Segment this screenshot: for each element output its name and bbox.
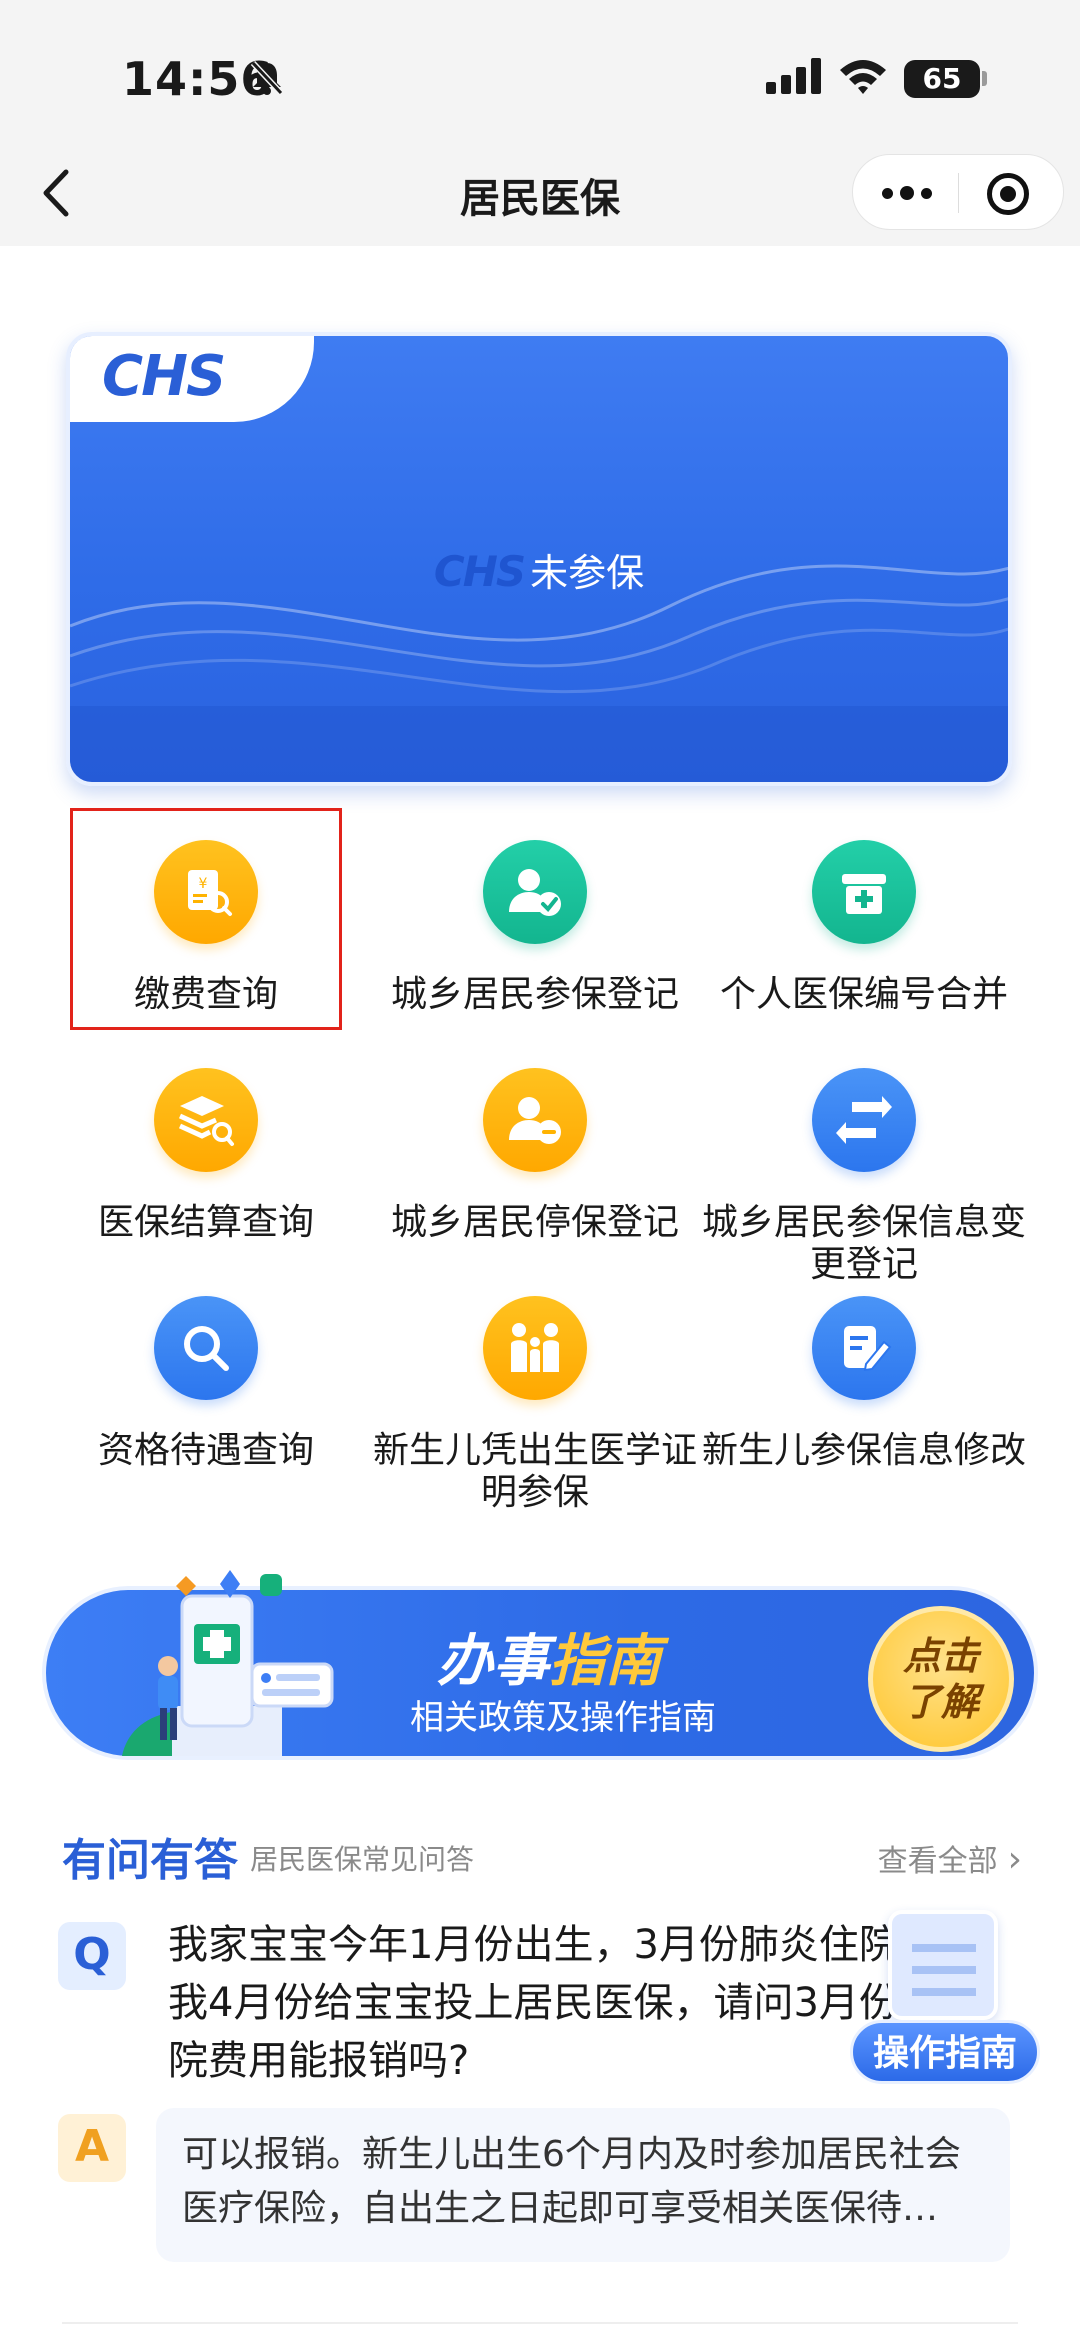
guide-title-part1: 办事	[437, 1629, 549, 1694]
guide-button-line2: 了解	[902, 1680, 979, 1724]
family-icon	[483, 1296, 587, 1400]
person-check-icon	[483, 840, 587, 944]
guide-title-part2: 指南	[549, 1629, 661, 1694]
close-miniprogram-icon[interactable]	[987, 173, 1029, 215]
person-remove-icon	[483, 1068, 587, 1172]
service-eligibility-query[interactable]: 资格待遇查询	[41, 1296, 371, 1472]
edit-document-icon	[812, 1296, 916, 1400]
divider	[62, 2322, 1018, 2324]
chs-mini-logo: CHS	[433, 547, 526, 596]
chs-logo: CHS	[102, 344, 226, 409]
bell-muted-icon	[250, 60, 284, 96]
guide-title: 办事指南	[437, 1616, 661, 1697]
floating-guide-label: 操作指南	[850, 2020, 1040, 2084]
service-label: 医保结算查询	[97, 1202, 314, 1243]
answer-badge-icon: A	[58, 2114, 126, 2182]
service-label: 城乡居民停保登记	[390, 1202, 679, 1243]
qa-view-all-link[interactable]: 查看全部	[878, 1836, 1022, 1880]
service-label: 缴费查询	[133, 974, 278, 1015]
battery-indicator: 65	[904, 60, 980, 98]
miniprogram-capsule	[852, 154, 1064, 230]
nav-bar: 居民医保	[0, 140, 1080, 246]
document-icon	[888, 1910, 998, 2020]
capsule-divider	[958, 173, 959, 213]
service-label: 新生儿凭出生医学证明参保	[372, 1430, 697, 1513]
search-icon	[154, 1296, 258, 1400]
service-label: 城乡居民参保登记	[390, 974, 679, 1015]
floating-operation-guide-button[interactable]: 操作指南	[850, 1910, 1040, 2110]
service-suspend-enrollment[interactable]: 城乡居民停保登记	[370, 1068, 700, 1244]
service-label: 城乡居民参保信息变更登记	[701, 1202, 1026, 1285]
guide-illustration	[122, 1570, 334, 1756]
wifi-icon	[840, 60, 886, 94]
qa-answer[interactable]: 可以报销。新生儿出生6个月内及时参加居民社会医疗保险，自出生之日起即可享受相关医…	[156, 2108, 1010, 2262]
service-label: 资格待遇查询	[97, 1430, 314, 1471]
status-bar: 14:56 65	[0, 0, 1080, 140]
cellular-signal-icon	[766, 58, 821, 94]
card-logo-tab: CHS	[70, 336, 314, 422]
service-id-merge[interactable]: 个人医保编号合并	[699, 840, 1029, 1016]
qa-section-subtitle: 居民医保常见问答	[250, 1843, 475, 1876]
service-label: 新生儿参保信息修改	[701, 1430, 1026, 1471]
medical-kit-icon	[812, 840, 916, 944]
service-label: 个人医保编号合并	[719, 974, 1008, 1015]
svg-text:¥: ¥	[199, 876, 208, 892]
guide-banner[interactable]: 办事指南 相关政策及操作指南 点击 了解	[42, 1556, 1038, 1766]
main-content: CHS CHS 未参保 ¥ 缴费查询 城乡居民参保登记 个人医保编号合并 医保结算…	[0, 246, 1080, 2347]
service-info-change[interactable]: 城乡居民参保信息变更登记	[699, 1068, 1029, 1286]
insurance-card[interactable]: CHS CHS 未参保	[66, 332, 1012, 786]
service-newborn-info-edit[interactable]: 新生儿参保信息修改	[699, 1296, 1029, 1472]
more-options-icon[interactable]	[877, 177, 937, 209]
payment-query-icon: ¥	[154, 840, 258, 944]
guide-learn-more-button[interactable]: 点击 了解	[868, 1606, 1014, 1752]
card-wave-decoration	[70, 564, 1008, 782]
swap-arrows-icon	[812, 1068, 916, 1172]
insurance-status: CHS 未参保	[70, 542, 1008, 597]
settlement-query-icon	[154, 1068, 258, 1172]
service-newborn-enrollment[interactable]: 新生儿凭出生医学证明参保	[370, 1296, 700, 1514]
battery-cap	[982, 71, 987, 86]
service-payment-query[interactable]: ¥ 缴费查询	[41, 840, 371, 1016]
qa-section-title: 有问有答	[62, 1835, 238, 1886]
service-settlement-query[interactable]: 医保结算查询	[41, 1068, 371, 1244]
guide-button-line1: 点击	[902, 1634, 979, 1678]
qa-header: 有问有答 居民医保常见问答 查看全部	[62, 1824, 1022, 1886]
insurance-status-text: 未参保	[530, 551, 645, 595]
guide-subtitle: 相关政策及操作指南	[410, 1698, 716, 1738]
question-badge-icon: Q	[58, 1922, 126, 1990]
service-resident-enrollment[interactable]: 城乡居民参保登记	[370, 840, 700, 1016]
